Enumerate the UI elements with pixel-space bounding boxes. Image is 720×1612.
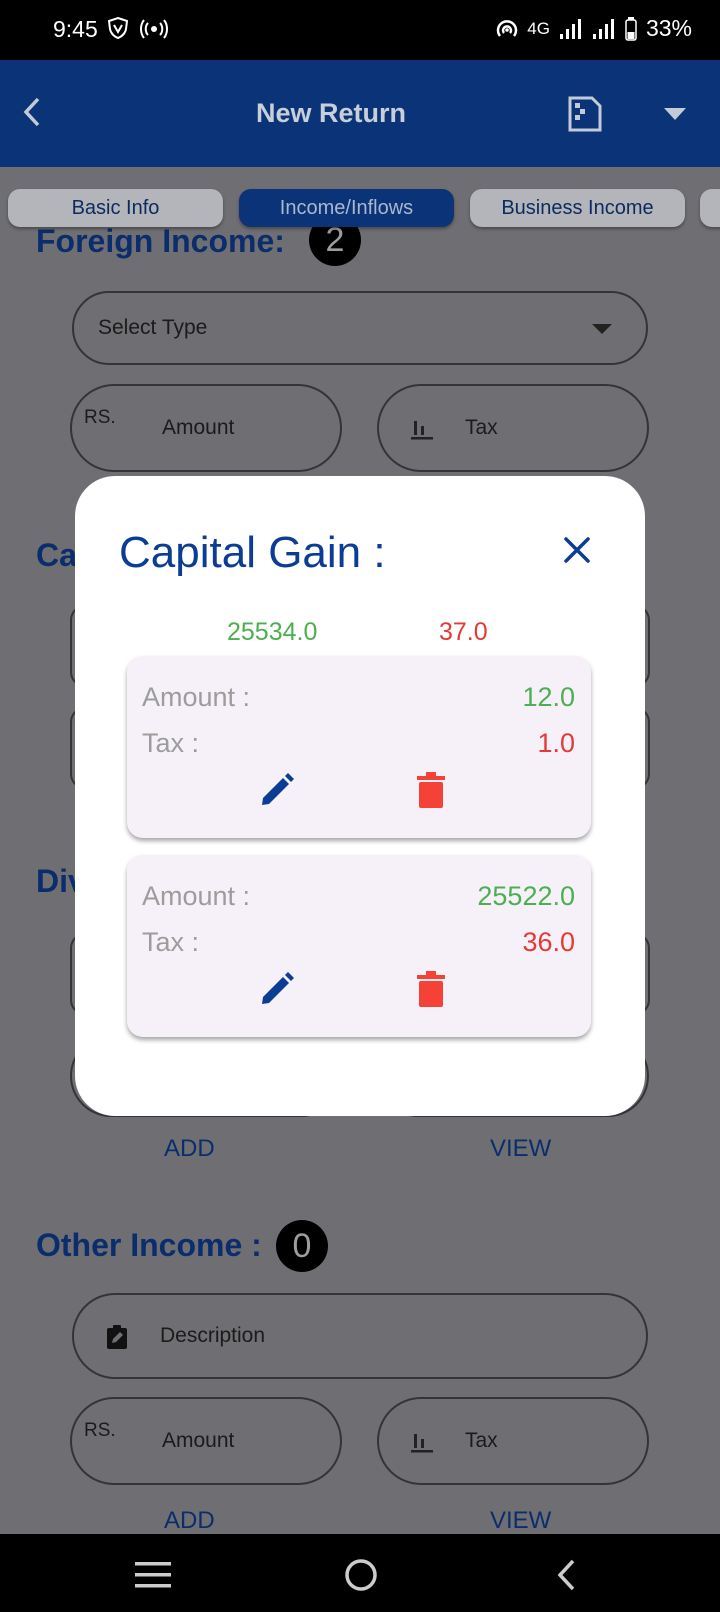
amount-key: Amount : (142, 881, 251, 911)
status-time: 9:45 (53, 16, 98, 42)
dividend-add-link[interactable]: ADD (164, 1135, 215, 1163)
foreign-tax-field[interactable]: Tax (377, 384, 649, 472)
tab-bar: Basic Info Income/Inflows Business Incom… (0, 189, 720, 229)
other-add-link[interactable]: ADD (164, 1507, 215, 1534)
entry-tax: 36.0 (522, 927, 575, 957)
home-icon[interactable] (344, 1558, 378, 1592)
battery-icon (625, 16, 637, 41)
currency-label: RS. (84, 406, 116, 428)
entry-tax: 1.0 (537, 728, 575, 758)
chevron-down-icon (592, 324, 612, 334)
foreign-amount-field[interactable]: RS. Amount (70, 384, 342, 472)
app-bar: New Return (0, 60, 720, 167)
other-tax-placeholder: Tax (465, 1429, 498, 1452)
system-nav-bar (0, 1534, 720, 1612)
other-view-link[interactable]: VIEW (490, 1507, 551, 1534)
select-type-dropdown[interactable]: Select Type (72, 291, 648, 365)
page-title: New Return (255, 98, 407, 128)
back-nav-icon[interactable] (555, 1558, 577, 1592)
capital-gain-title-partial: Ca (36, 537, 77, 573)
document-icon[interactable] (566, 95, 604, 133)
vpn-shield-icon (107, 16, 129, 40)
edit-pencil-icon[interactable] (259, 772, 295, 808)
tax-key: Tax : (142, 728, 200, 758)
total-amount: 25534.0 (227, 618, 318, 646)
entry-card: Amount : 12.0 Tax : 1.0 (127, 656, 591, 838)
tab-basic-info[interactable]: Basic Info (8, 189, 223, 227)
dropdown-arrow-icon[interactable] (664, 108, 686, 120)
signal-icon-2 (592, 18, 614, 39)
other-amount-field[interactable]: RS. Amount (70, 1397, 342, 1485)
status-right: 4G 33% (496, 15, 692, 42)
amount-key: Amount : (142, 682, 251, 712)
capital-gain-dialog: Capital Gain : 25534.0 37.0 Amount : 12.… (75, 476, 645, 1116)
network-type: 4G (527, 18, 550, 38)
description-field[interactable]: Description (72, 1293, 648, 1379)
tax-key: Tax : (142, 927, 200, 957)
close-icon[interactable] (563, 536, 591, 564)
delete-trash-icon[interactable] (417, 971, 445, 1007)
tax-placeholder: Tax (465, 416, 498, 439)
entry-amount: 25522.0 (477, 881, 575, 911)
total-tax: 37.0 (439, 618, 488, 646)
dividend-view-link[interactable]: VIEW (490, 1135, 551, 1163)
other-currency-label: RS. (84, 1419, 116, 1441)
nfc-icon (497, 19, 518, 37)
tab-income-inflows[interactable]: Income/Inflows (239, 189, 454, 227)
edit-pencil-icon[interactable] (259, 971, 295, 1007)
entry-amount: 12.0 (522, 682, 575, 712)
clipboard-edit-icon (107, 1325, 127, 1349)
dialog-title: Capital Gain : (119, 528, 386, 577)
other-income-title: Other Income : (36, 1227, 262, 1263)
delete-trash-icon[interactable] (417, 772, 445, 808)
hotspot-icon (140, 19, 168, 39)
recent-apps-icon[interactable] (135, 1562, 171, 1588)
select-type-label: Select Type (98, 316, 208, 339)
status-bar: 9:45 4G 33% (0, 0, 720, 60)
entry-card: Amount : 25522.0 Tax : 36.0 (127, 855, 591, 1037)
other-tax-field[interactable]: Tax (377, 1397, 649, 1485)
tax-bar-icon (411, 1434, 433, 1453)
other-amount-placeholder: Amount (162, 1429, 235, 1452)
amount-placeholder: Amount (162, 416, 235, 439)
description-placeholder: Description (160, 1324, 266, 1347)
tax-bar-icon (411, 421, 433, 440)
other-income-count: 0 (276, 1220, 328, 1272)
signal-icon (559, 18, 581, 39)
battery-level: 33% (645, 15, 692, 41)
tab-business-income[interactable]: Business Income (470, 189, 685, 227)
tab-next[interactable] (700, 189, 720, 227)
